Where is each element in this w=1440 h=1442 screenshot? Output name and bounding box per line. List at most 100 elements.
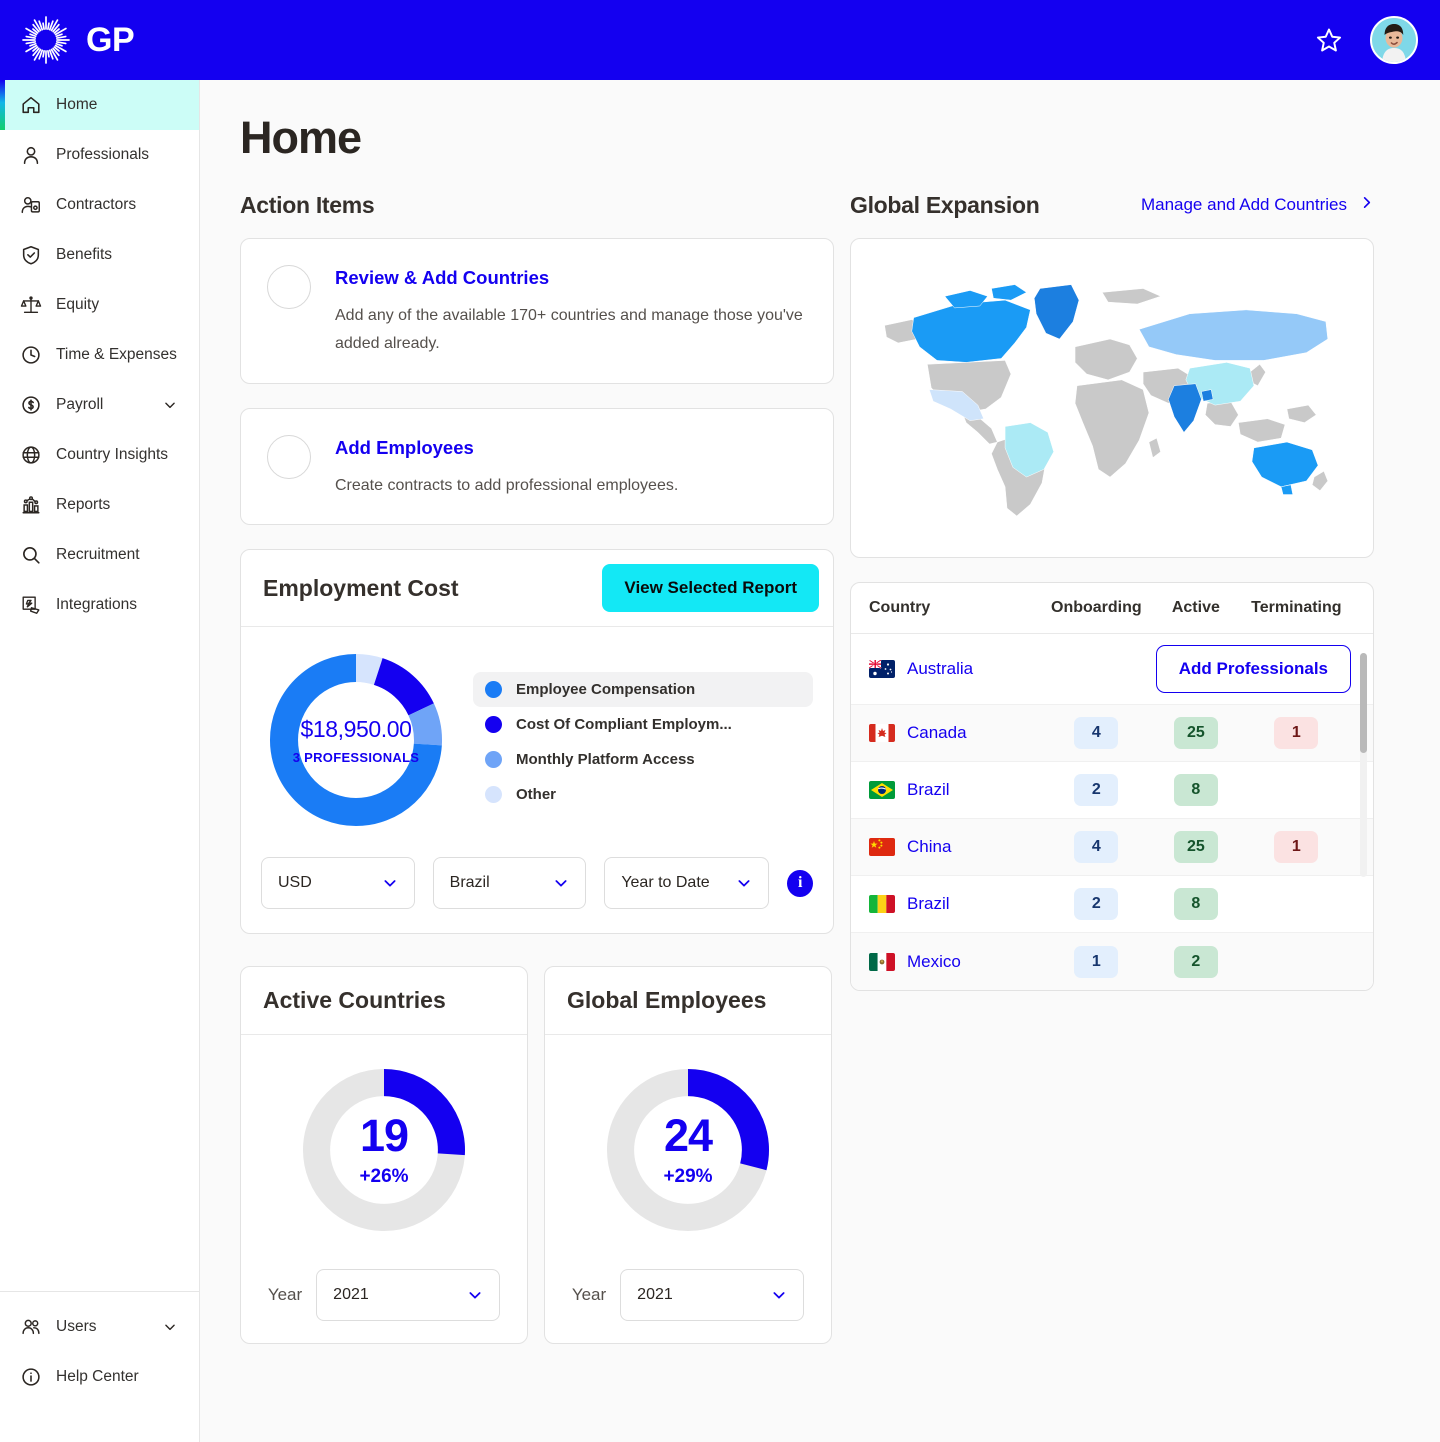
sidebar-item-reports[interactable]: Reports [0, 480, 199, 530]
info-circle-icon [20, 1366, 42, 1388]
chevron-down-icon [553, 875, 569, 891]
currency-select[interactable]: USD [261, 857, 415, 909]
sidebar-item-country-insights[interactable]: Country Insights [0, 430, 199, 480]
sidebar-item-label: Reports [56, 496, 110, 514]
legend-label: Employee Compensation [516, 681, 695, 698]
sidebar-nav-list: Home Professionals Contractors [0, 80, 199, 630]
donut-center-labels: $18,950.00 3 PROFESSIONALS [261, 645, 451, 835]
country-cell: Mexico [869, 952, 1043, 972]
table-row[interactable]: China 4 25 1 [851, 819, 1373, 876]
country-select[interactable]: Brazil [433, 857, 587, 909]
action-items-title: Action Items [240, 192, 374, 219]
action-card-body: Add Employees Create contracts to add pr… [335, 435, 678, 500]
sidebar-item-help-center[interactable]: Help Center [0, 1352, 199, 1402]
star-icon[interactable] [1314, 25, 1344, 55]
legend-item-cost-of-compliant-employment[interactable]: Cost Of Compliant Employm... [473, 707, 813, 742]
terminating-count-badge: 1 [1274, 717, 1318, 749]
sidebar-item-contractors[interactable]: Contractors [0, 180, 199, 230]
sidebar-item-label: Equity [56, 296, 99, 314]
employment-cost-header: Employment Cost View Selected Report [241, 550, 833, 627]
country-name[interactable]: China [907, 837, 951, 857]
integrations-icon [20, 594, 42, 616]
action-checkbox[interactable] [267, 435, 311, 479]
action-card-title[interactable]: Review & Add Countries [335, 267, 809, 289]
legend-label: Other [516, 786, 556, 803]
page-title: Home [200, 80, 1440, 164]
country-cell: Australia [869, 659, 1047, 679]
country-name[interactable]: Canada [907, 723, 967, 743]
active-count-badge: 8 [1174, 888, 1218, 920]
legend-item-monthly-platform-access[interactable]: Monthly Platform Access [473, 742, 813, 777]
chevron-down-icon[interactable] [163, 398, 177, 412]
legend-item-other[interactable]: Other [473, 777, 813, 812]
table-row[interactable]: Brazil 2 8 [851, 876, 1373, 933]
info-icon[interactable]: i [787, 870, 813, 897]
add-professionals-button[interactable]: Add Professionals [1156, 645, 1351, 693]
world-map [869, 271, 1355, 526]
avatar[interactable] [1370, 16, 1418, 64]
home-icon [20, 94, 42, 116]
flag-mx-icon [869, 953, 895, 971]
country-cell: Brazil [869, 894, 1043, 914]
contractor-badge-icon [20, 194, 42, 216]
sidebar-item-users[interactable]: Users [0, 1302, 199, 1352]
view-selected-report-button[interactable]: View Selected Report [602, 564, 819, 612]
map-region-canada-arctic2 [991, 284, 1026, 300]
chevron-down-icon[interactable] [163, 1320, 177, 1334]
brand-logo[interactable]: GP [20, 14, 134, 66]
global-employees-value: 24 [664, 1113, 712, 1158]
employment-cost-controls: USD Brazil Year to Date [241, 835, 833, 933]
period-select[interactable]: Year to Date [604, 857, 769, 909]
country-name[interactable]: Brazil [907, 894, 950, 914]
table-row[interactable]: Canada 4 25 1 [851, 705, 1373, 762]
map-region-australia [1252, 442, 1318, 487]
clock-icon [20, 344, 42, 366]
dollar-circle-icon [20, 394, 42, 416]
manage-and-add-countries-link[interactable]: Manage and Add Countries [1141, 195, 1374, 215]
country-name[interactable]: Australia [907, 659, 973, 679]
map-region-tasmania [1281, 485, 1293, 495]
table-row[interactable]: Australia Add Professionals [851, 634, 1373, 705]
sidebar-item-integrations[interactable]: Integrations [0, 580, 199, 630]
globe-icon [20, 444, 42, 466]
legend-item-employee-compensation[interactable]: Employee Compensation [473, 672, 813, 707]
country-name[interactable]: Brazil [907, 780, 950, 800]
sidebar-item-benefits[interactable]: Benefits [0, 230, 199, 280]
table-row[interactable]: Brazil 2 8 [851, 762, 1373, 819]
world-map-card[interactable] [850, 238, 1374, 558]
app-root: GP [0, 0, 1440, 1442]
users-icon [20, 1316, 42, 1338]
sidebar-item-payroll[interactable]: Payroll [0, 380, 199, 430]
sidebar-item-label: Benefits [56, 246, 112, 264]
chevron-down-icon [382, 875, 398, 891]
global-expansion-header: Global Expansion Manage and Add Countrie… [850, 190, 1374, 220]
active-count-badge: 8 [1174, 774, 1218, 806]
active-countries-delta: +26% [359, 1166, 408, 1188]
year-select-value: 2021 [333, 1286, 453, 1304]
action-card-add-employees[interactable]: Add Employees Create contracts to add pr… [240, 408, 834, 525]
onboarding-count-badge: 4 [1074, 717, 1118, 749]
active-countries-year-select[interactable]: 2021 [316, 1269, 500, 1321]
flag-ca-icon [869, 724, 895, 742]
legend-swatch [485, 681, 502, 698]
table-row[interactable]: Mexico 1 2 [851, 933, 1373, 990]
action-checkbox[interactable] [267, 265, 311, 309]
employment-cost-amount: $18,950.00 [300, 716, 411, 743]
employment-cost-title: Employment Cost [263, 575, 459, 602]
table-scrollbar-thumb[interactable] [1360, 653, 1367, 753]
sidebar-item-time-expenses[interactable]: Time & Expenses [0, 330, 199, 380]
sidebar-item-professionals[interactable]: Professionals [0, 130, 199, 180]
employment-cost-donut-chart: $18,950.00 3 PROFESSIONALS [261, 645, 451, 835]
sidebar: Home Professionals Contractors [0, 80, 200, 1442]
sidebar-item-home[interactable]: Home [0, 80, 199, 130]
action-card-review-countries[interactable]: Review & Add Countries Add any of the av… [240, 238, 834, 384]
sidebar-item-label: Country Insights [56, 446, 168, 464]
action-card-title[interactable]: Add Employees [335, 437, 678, 459]
sidebar-item-label: Payroll [56, 396, 103, 414]
onboarding-cell: 1 [1043, 946, 1150, 978]
country-name[interactable]: Mexico [907, 952, 961, 972]
global-employees-year-row: Year 2021 [572, 1269, 804, 1321]
sidebar-item-recruitment[interactable]: Recruitment [0, 530, 199, 580]
sidebar-item-equity[interactable]: Equity [0, 280, 199, 330]
global-employees-year-select[interactable]: 2021 [620, 1269, 804, 1321]
